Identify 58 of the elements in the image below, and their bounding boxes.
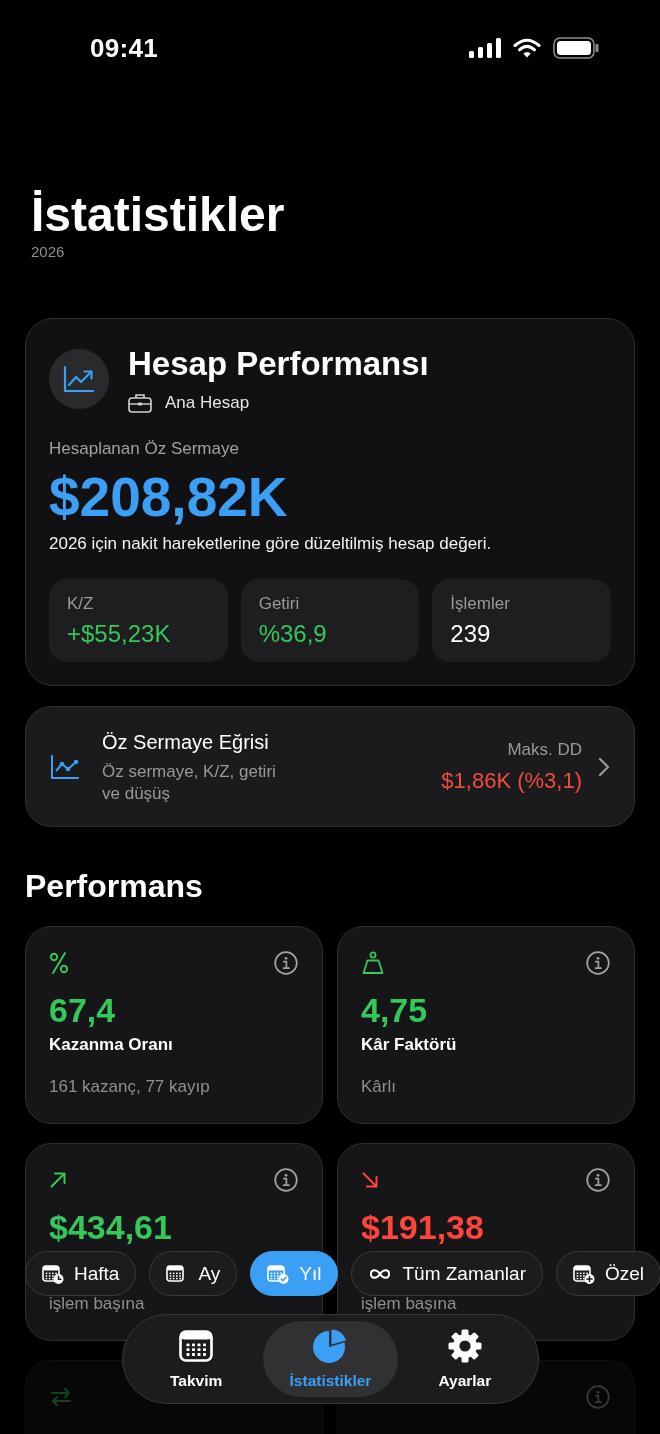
period-filter-button[interactable]: Tüm Zamanlar [351,1251,543,1296]
metric-note: işlem başına [361,1295,458,1312]
metric-note: işlem başına [49,1295,146,1312]
tab-item[interactable]: İstatistikler [263,1321,398,1397]
card-title: Hesap Performansı [128,345,429,383]
drawdown-value: $1,86K (%3,1) [441,766,582,795]
calendar-clock-icon [42,1263,64,1284]
stat-label: Getiri [258,593,301,615]
section-heading: Performans [25,867,204,906]
page-subtitle: 2026 [31,243,66,261]
equity-description: 2026 için nakit hareketlerine göre düzeltilmiş hesap değeri. [49,533,493,555]
pie-chart-icon [312,1328,349,1364]
calendar-plus-icon [573,1263,595,1284]
info-icon[interactable] [586,951,610,975]
calendar-check-icon [267,1263,290,1284]
equity-curve-subtitle: Öz sermaye, K/Z, getiri ve düşüş [102,760,277,805]
metric-note: Kârlı [361,1078,397,1095]
swap-arrows-icon [49,1385,73,1409]
infinity-icon [368,1266,393,1281]
period-filter-button[interactable]: Özel [556,1251,660,1296]
account-name: Ana Hesap [165,393,250,413]
briefcase-icon [128,393,152,413]
equity-label: Hesaplanan Öz Sermaye [49,438,240,460]
info-icon[interactable] [274,951,298,975]
metric-value: $191,38 [361,1207,485,1247]
line-chart-icon [50,753,80,780]
arrow-down-right-icon [361,1171,379,1189]
status-time: 09:41 [90,32,158,64]
arrow-up-right-icon [49,1171,67,1189]
settings-icon [446,1328,483,1364]
chevron-right-icon [598,756,610,777]
percent-icon [49,951,69,975]
metric-label: Kâr Faktörü [361,1034,458,1056]
period-filter-button[interactable]: Hafta [25,1251,137,1296]
battery-icon [553,37,599,59]
tab-item[interactable]: Takvim [129,1321,264,1397]
wifi-icon [513,38,541,58]
stat-value: 239 [450,619,492,649]
equity-value: $208,82K [49,467,289,527]
calendar-icon [178,1328,215,1364]
metric-value: $434,61 [49,1207,173,1247]
stat-value: +$55,23K [67,619,172,649]
drawdown-label: Maks. DD [506,738,582,761]
signal-icon [469,38,501,58]
page-title: İstatistikler [31,187,286,243]
metric-label: Kazanma Oranı [49,1034,174,1056]
weight-icon [361,951,385,975]
info-icon[interactable] [586,1168,610,1192]
metric-note: 161 kazanç, 77 kayıp [49,1078,211,1095]
info-icon[interactable] [274,1168,298,1192]
stat-label: K/Z [67,593,95,615]
metric-value: 67,4 [49,990,117,1030]
equity-curve-card[interactable]: Öz Sermaye Eğrisi Öz sermaye, K/Z, getiri ve düşüş Maks. DD $1,86K (%3,1) [25,706,635,827]
tab-item[interactable]: Ayarlar [397,1321,532,1397]
stat-label: İşlemler [450,593,511,615]
metric-value: 4,75 [361,990,429,1030]
equity-curve-title: Öz Sermaye Eğrisi [102,729,270,755]
stat-value: %36,9 [258,619,328,649]
